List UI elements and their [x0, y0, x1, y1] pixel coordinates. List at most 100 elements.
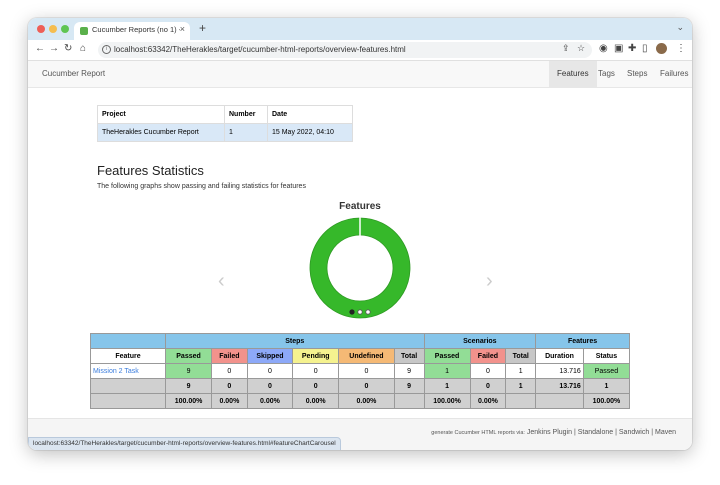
feature-link-cell[interactable]: Mission 2 Task — [90, 363, 166, 379]
minimize-window-button[interactable] — [49, 25, 57, 33]
total-steps-total: 9 — [393, 378, 425, 394]
forward-icon[interactable]: → — [49, 43, 59, 54]
cell-steps-skipped: 0 — [246, 363, 294, 379]
menu-icon[interactable]: ⋮ — [676, 43, 686, 54]
total-steps-undefined: 0 — [338, 378, 395, 394]
header-project: Project — [97, 105, 225, 124]
col-steps-pending[interactable]: Pending — [292, 348, 340, 364]
nav-steps[interactable]: Steps — [619, 61, 655, 87]
url-text: localhost:63342/TheHerakles/target/cucum… — [114, 45, 406, 54]
feature-stats-table: Steps Scenarios Features Feature Passed … — [90, 333, 631, 409]
pct-steps-total — [393, 393, 425, 409]
blank-header — [90, 333, 166, 349]
pct-steps-undefined: 0.00% — [338, 393, 395, 409]
camera-icon[interactable]: ▣ — [614, 43, 623, 54]
carousel-next-icon[interactable]: › — [486, 270, 493, 293]
home-icon[interactable]: ⌂ — [80, 43, 86, 54]
report-page: Cucumber Report Features Tags Steps Fail… — [28, 61, 692, 450]
col-status[interactable]: Status — [582, 348, 631, 364]
features-doughnut-chart — [309, 217, 411, 319]
footer-sep: | — [615, 429, 617, 436]
report-date: 15 May 2022, 04:10 — [267, 123, 353, 142]
pct-scenarios-passed: 100.00% — [423, 393, 471, 409]
browser-tab[interactable]: Cucumber Reports (no 1) - Fea × — [74, 22, 190, 40]
brand-link[interactable]: Cucumber Report — [42, 69, 105, 78]
tab-strip: Cucumber Reports (no 1) - Fea × + ⌄ — [28, 18, 692, 40]
carousel-dot-3[interactable] — [365, 309, 371, 315]
close-window-button[interactable] — [37, 25, 45, 33]
pct-scenarios-failed: 0.00% — [469, 393, 507, 409]
nav-failures[interactable]: Failures — [652, 61, 692, 87]
footer-link-jenkins[interactable]: Jenkins Plugin — [527, 429, 572, 436]
back-icon[interactable]: ← — [35, 43, 45, 54]
puzzle-icon[interactable]: ✚ — [628, 43, 636, 54]
status-bar: localhost:63342/TheHerakles/target/cucum… — [28, 437, 341, 450]
cell-duration: 13.716 — [535, 363, 584, 379]
avatar[interactable] — [656, 43, 667, 54]
scenarios-group-header: Scenarios — [423, 333, 537, 349]
col-feature[interactable]: Feature — [90, 348, 166, 364]
header-date: Date — [267, 105, 353, 124]
info-icon[interactable]: i — [102, 45, 111, 54]
total-status: 1 — [582, 378, 631, 394]
report-info-table: Project Number Date TheHerakles Cucumber… — [97, 105, 353, 142]
total-duration: 13.716 — [535, 378, 584, 394]
pct-steps-skipped: 0.00% — [246, 393, 294, 409]
pct-steps-passed: 100.00% — [164, 393, 213, 409]
tab-title: Cucumber Reports (no 1) - Fea — [92, 25, 180, 34]
pct-steps-pending: 0.00% — [292, 393, 340, 409]
total-steps-passed: 9 — [164, 378, 213, 394]
footer-link-sandwich[interactable]: Sandwich — [619, 429, 649, 436]
footer-text: generate Cucumber HTML reports via: Jenk… — [431, 429, 676, 436]
zoom-window-button[interactable] — [61, 25, 69, 33]
feature-link[interactable]: Mission 2 Task — [93, 368, 139, 375]
footer-prefix: generate Cucumber HTML reports via: — [431, 430, 525, 436]
new-tab-button[interactable]: + — [199, 21, 206, 35]
address-bar[interactable]: i localhost:63342/TheHerakles/target/cuc… — [98, 42, 592, 58]
col-scenarios-failed[interactable]: Failed — [469, 348, 507, 364]
features-group-header: Features — [535, 333, 630, 349]
cell-steps-passed: 9 — [164, 363, 213, 379]
pct-scenarios-total — [505, 393, 537, 409]
col-scenarios-total[interactable]: Total — [505, 348, 537, 364]
col-scenarios-passed[interactable]: Passed — [423, 348, 471, 364]
navbar: Cucumber Report Features Tags Steps Fail… — [28, 61, 692, 88]
cell-scenarios-passed: 1 — [423, 363, 471, 379]
col-steps-skipped[interactable]: Skipped — [246, 348, 294, 364]
favicon-icon — [80, 27, 88, 35]
sidebar-icon[interactable]: ▯ — [642, 43, 648, 54]
col-steps-undefined[interactable]: Undefined — [338, 348, 395, 364]
share-icon[interactable]: ⇪ — [562, 43, 570, 54]
carousel-dot-1[interactable] — [349, 309, 355, 315]
pct-steps-failed: 0.00% — [211, 393, 248, 409]
reload-icon[interactable]: ↻ — [64, 43, 72, 54]
cell-status: Passed — [582, 363, 631, 379]
tab-search-icon[interactable]: ⌄ — [676, 22, 684, 33]
cell-steps-pending: 0 — [292, 363, 340, 379]
carousel-dot-2[interactable] — [357, 309, 363, 315]
cell-scenarios-total: 1 — [505, 363, 537, 379]
steps-group-header: Steps — [165, 333, 425, 349]
nav-tags[interactable]: Tags — [590, 61, 623, 87]
bookmark-star-icon[interactable]: ☆ — [577, 43, 585, 54]
col-duration[interactable]: Duration — [535, 348, 584, 364]
col-steps-passed[interactable]: Passed — [164, 348, 213, 364]
footer-link-maven[interactable]: Maven — [655, 429, 676, 436]
total-scenarios-passed: 1 — [423, 378, 471, 394]
table-row: TheHerakles Cucumber Report 1 15 May 202… — [97, 123, 353, 142]
footer-sep: | — [573, 429, 576, 436]
totals-label — [90, 378, 166, 394]
browser-toolbar: ← → ↻ ⌂ i localhost:63342/TheHerakles/ta… — [28, 40, 692, 61]
total-scenarios-failed: 0 — [469, 378, 507, 394]
col-steps-failed[interactable]: Failed — [211, 348, 248, 364]
tab-close-icon[interactable]: × — [180, 24, 185, 34]
cell-steps-failed: 0 — [211, 363, 248, 379]
pct-duration — [535, 393, 584, 409]
browser-window: Cucumber Reports (no 1) - Fea × + ⌄ ← → … — [28, 18, 692, 450]
page-subtitle: The following graphs show passing and fa… — [97, 183, 306, 190]
carousel-prev-icon[interactable]: ‹ — [218, 270, 225, 293]
footer-link-standalone[interactable]: Standalone — [578, 429, 613, 436]
totals-row: 9 0 0 0 0 9 1 0 1 13.716 1 — [90, 378, 631, 394]
col-steps-total[interactable]: Total — [393, 348, 425, 364]
extension-icon[interactable]: ◉ — [599, 43, 608, 54]
